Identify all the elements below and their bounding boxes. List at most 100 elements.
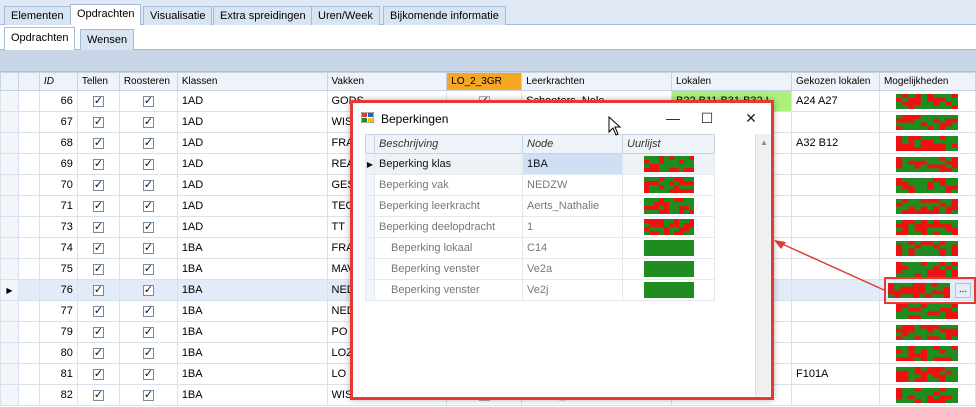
tab-visualisatie[interactable]: Visualisatie xyxy=(143,6,213,25)
tellen-checkbox[interactable] xyxy=(92,115,104,128)
row-indicator[interactable] xyxy=(0,153,19,175)
cell-tellen[interactable] xyxy=(76,195,120,217)
cell-roosteren[interactable] xyxy=(118,90,178,112)
cell-mogelijkheden[interactable] xyxy=(878,132,976,154)
cell-beschrijving[interactable]: Beperking venster xyxy=(374,258,523,280)
cell-roosteren[interactable] xyxy=(118,321,178,343)
cell-gekozen-lokalen[interactable] xyxy=(790,384,880,406)
col-header-vakken[interactable]: Vakken xyxy=(326,72,448,91)
cell-roosteren[interactable] xyxy=(118,300,178,322)
cell-mogelijkheden[interactable] xyxy=(878,216,976,238)
tellen-checkbox[interactable] xyxy=(92,136,104,149)
roosteren-checkbox[interactable] xyxy=(142,115,154,128)
dlg-row-indicator[interactable] xyxy=(365,279,375,301)
row-indicator[interactable] xyxy=(0,90,19,112)
minimize-button[interactable]: — xyxy=(659,107,687,129)
cell-gekozen-lokalen[interactable] xyxy=(790,342,880,364)
cell-gekozen-lokalen[interactable] xyxy=(790,195,880,217)
cell-mogelijkheden[interactable] xyxy=(878,342,976,364)
cell-gekozen-lokalen[interactable] xyxy=(790,279,880,301)
cell-node[interactable]: Ve2a xyxy=(522,258,623,280)
row-indicator[interactable] xyxy=(0,321,19,343)
cell-id[interactable]: 70 xyxy=(38,174,78,196)
cell-tellen[interactable] xyxy=(76,342,120,364)
dlg-col-uurlijst[interactable]: Uurlijst xyxy=(622,134,715,154)
roosteren-checkbox[interactable] xyxy=(142,241,154,254)
cell-klassen[interactable]: 1BA xyxy=(176,342,328,364)
tab-extra-spreidingen[interactable]: Extra spreidingen xyxy=(213,6,313,25)
cell-id[interactable]: 76 xyxy=(38,279,78,301)
col-header-roosteren[interactable]: Roosteren xyxy=(118,72,178,91)
list-item[interactable]: Beperking leerkracht Aerts_Nathalie xyxy=(365,195,715,217)
roosteren-checkbox[interactable] xyxy=(142,304,154,317)
dialog-scrollbar[interactable]: ▲ xyxy=(755,134,771,396)
row-indicator[interactable] xyxy=(0,258,19,280)
cell-node[interactable]: C14 xyxy=(522,237,623,259)
cell-uurlijst[interactable] xyxy=(622,279,715,301)
close-button[interactable]: ✕ xyxy=(737,107,765,129)
cell-klassen[interactable]: 1AD xyxy=(176,153,328,175)
row-indicator[interactable]: ▶ xyxy=(0,279,19,301)
tellen-checkbox[interactable] xyxy=(92,304,104,317)
cell-uurlijst[interactable] xyxy=(622,258,715,280)
cell-gekozen-lokalen[interactable]: F101A xyxy=(790,363,880,385)
cell-beschrijving[interactable]: Beperking klas xyxy=(374,153,523,175)
cell-tellen[interactable] xyxy=(76,321,120,343)
row-indicator[interactable] xyxy=(0,342,19,364)
cell-roosteren[interactable] xyxy=(118,363,178,385)
col-header-lo-2-3gr[interactable]: LO_2_3GR xyxy=(446,72,523,91)
tellen-checkbox[interactable] xyxy=(92,346,104,359)
tellen-checkbox[interactable] xyxy=(92,199,104,212)
scroll-up-icon[interactable]: ▲ xyxy=(760,138,768,147)
cell-gekozen-lokalen[interactable] xyxy=(790,216,880,238)
subtab-opdrachten[interactable]: Opdrachten xyxy=(4,27,76,51)
cell-tellen[interactable] xyxy=(76,90,120,112)
cell-roosteren[interactable] xyxy=(118,174,178,196)
cell-klassen[interactable]: 1BA xyxy=(176,237,328,259)
cell-tellen[interactable] xyxy=(76,279,120,301)
cell-klassen[interactable]: 1AD xyxy=(176,111,328,133)
row-indicator[interactable] xyxy=(0,174,19,196)
tab-elementen[interactable]: Elementen xyxy=(4,6,71,25)
cell-id[interactable]: 81 xyxy=(38,363,78,385)
cell-node[interactable]: 1BA xyxy=(522,153,623,175)
cell-mogelijkheden[interactable] xyxy=(878,363,976,385)
cell-id[interactable]: 80 xyxy=(38,342,78,364)
roosteren-checkbox[interactable] xyxy=(142,346,154,359)
cell-roosteren[interactable] xyxy=(118,111,178,133)
cell-gekozen-lokalen[interactable] xyxy=(790,111,880,133)
cell-gekozen-lokalen[interactable] xyxy=(790,300,880,322)
cell-mogelijkheden[interactable] xyxy=(878,195,976,217)
cell-node[interactable]: NEDZW xyxy=(522,174,623,196)
cell-beschrijving[interactable]: Beperking deelopdracht xyxy=(374,216,523,238)
col-header-klassen[interactable]: Klassen xyxy=(176,72,328,91)
dlg-row-indicator[interactable] xyxy=(365,195,375,217)
cell-beschrijving[interactable]: Beperking leerkracht xyxy=(374,195,523,217)
dlg-row-indicator[interactable] xyxy=(365,216,375,238)
cell-id[interactable]: 82 xyxy=(38,384,78,406)
col-header-gekozen-lokalen[interactable]: Gekozen lokalen xyxy=(790,72,880,91)
cell-uurlijst[interactable] xyxy=(622,216,715,238)
row-indicator[interactable] xyxy=(0,384,19,406)
cell-mogelijkheden[interactable] xyxy=(878,237,976,259)
row-indicator[interactable] xyxy=(0,132,19,154)
cell-roosteren[interactable] xyxy=(118,237,178,259)
cell-klassen[interactable]: 1BA xyxy=(176,321,328,343)
cell-beschrijving[interactable]: Beperking vak xyxy=(374,174,523,196)
dlg-row-indicator[interactable] xyxy=(365,258,375,280)
cell-tellen[interactable] xyxy=(76,111,120,133)
tellen-checkbox[interactable] xyxy=(92,388,104,401)
cell-id[interactable]: 74 xyxy=(38,237,78,259)
col-header-leerkrachten[interactable]: Leerkrachten xyxy=(521,72,673,91)
row-indicator[interactable] xyxy=(0,195,19,217)
list-item[interactable]: Beperking venster Ve2a xyxy=(365,258,715,280)
cell-node[interactable]: 1 xyxy=(522,216,623,238)
cell-node[interactable]: Ve2j xyxy=(522,279,623,301)
tellen-checkbox[interactable] xyxy=(92,262,104,275)
roosteren-checkbox[interactable] xyxy=(142,325,154,338)
cell-tellen[interactable] xyxy=(76,384,120,406)
cell-id[interactable]: 77 xyxy=(38,300,78,322)
cell-id[interactable]: 67 xyxy=(38,111,78,133)
cell-tellen[interactable] xyxy=(76,216,120,238)
cell-klassen[interactable]: 1BA xyxy=(176,258,328,280)
